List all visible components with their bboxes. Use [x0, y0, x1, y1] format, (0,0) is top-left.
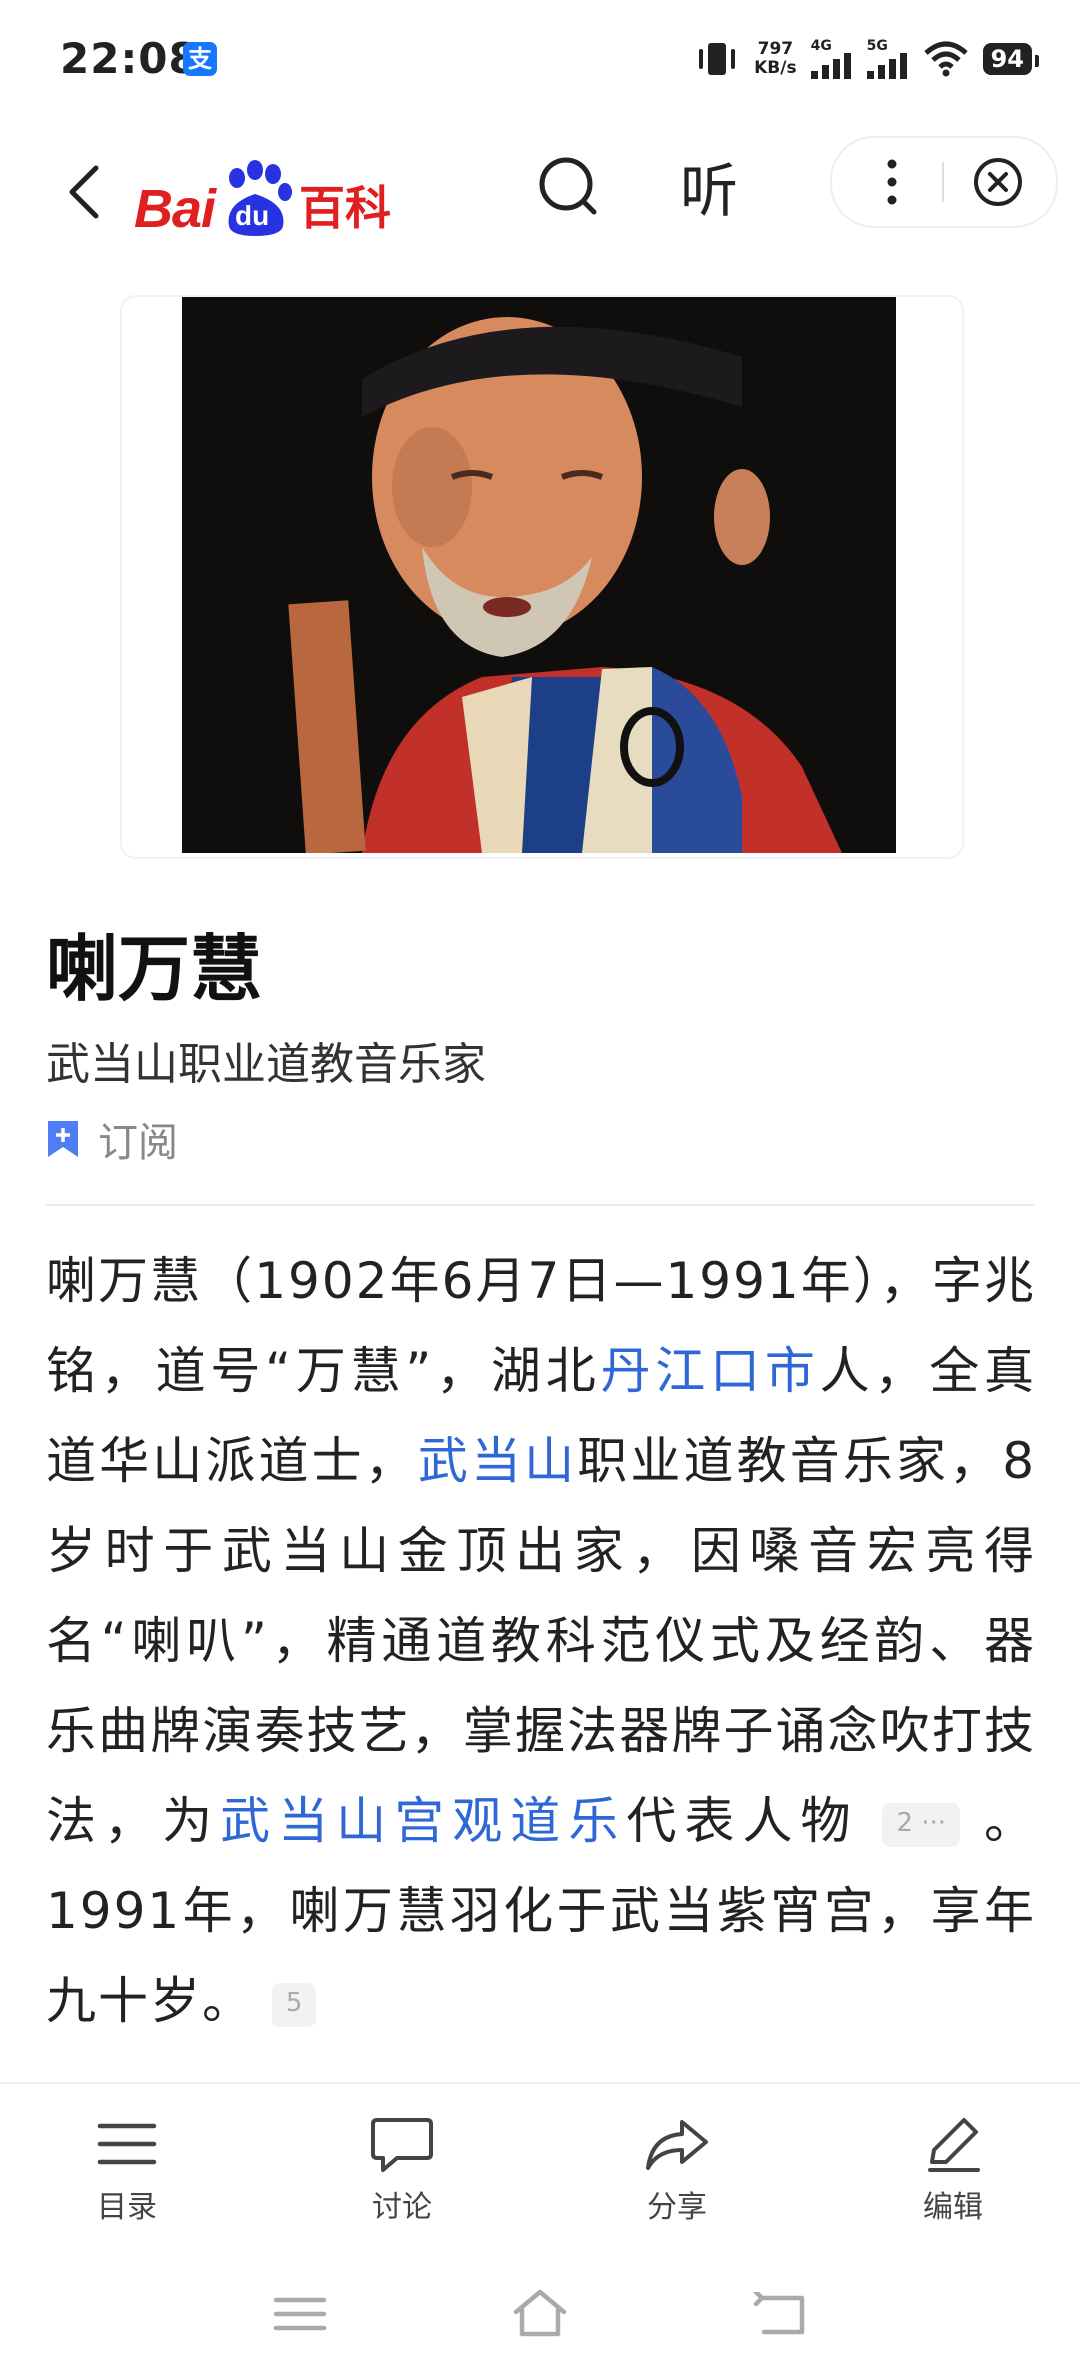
subscribe-label: 订阅 — [98, 1120, 178, 1166]
signal-4g-icon: 4G — [810, 39, 853, 79]
capsule-divider — [942, 162, 944, 202]
baidu-paw-logo: du — [215, 160, 297, 240]
listen-button[interactable]: 听 — [680, 144, 738, 228]
entry-title: 喇万慧 — [46, 927, 263, 1011]
pencil-icon — [928, 2118, 980, 2172]
section-divider — [46, 1204, 1034, 1206]
tab-edit[interactable]: 编辑 — [883, 2114, 1023, 2226]
status-icons: 797 KB/s 4G 5G 94 — [694, 34, 1040, 84]
entry-summary: 喇万慧（1902年6月7日—1991年），字兆铭，道号“万慧”，湖北丹江口市人，… — [46, 1252, 1037, 2030]
share-arrow-icon — [646, 2120, 708, 2170]
entry-portrait-photo[interactable] — [182, 297, 896, 853]
tab-toc[interactable]: 目录 — [57, 2114, 197, 2226]
battery-indicator: 94 — [982, 43, 1040, 75]
chat-bubble-icon — [371, 2118, 433, 2172]
top-navigation-bar: Bai du 百科 听 — [0, 120, 1080, 250]
entry-image-frame[interactable] — [120, 295, 964, 859]
entry-subtitle: 武当山职业道教音乐家 — [46, 1039, 486, 1090]
mini-program-capsule — [830, 136, 1058, 228]
search-icon[interactable] — [530, 148, 606, 224]
close-circle-icon[interactable] — [972, 156, 1024, 208]
link-wudang-temple-music[interactable]: 武当山宫观道乐 — [220, 1792, 626, 1850]
bottom-toolbar: 目录 讨论 分享 编辑 — [0, 2082, 1080, 2254]
system-navigation-bar — [0, 2252, 1080, 2376]
home-icon[interactable] — [510, 2288, 570, 2340]
bookmark-plus-icon — [48, 1121, 78, 1157]
back-nav-icon[interactable] — [752, 2292, 808, 2338]
menu-icon[interactable] — [272, 2294, 328, 2334]
back-arrow-icon[interactable] — [56, 156, 116, 226]
vibrate-icon — [699, 43, 736, 75]
more-vertical-icon[interactable] — [872, 154, 912, 210]
list-icon — [97, 2123, 157, 2165]
status-bar: 22:08 支 797 KB/s 4G 5G 94 — [0, 0, 1080, 120]
signal-5g-icon: 5G — [866, 39, 909, 79]
reference-badge[interactable]: 5 — [271, 1982, 317, 2027]
reference-badge[interactable]: 2 ··· — [882, 1802, 961, 1847]
baidu-baike-logo[interactable]: Bai du 百科 — [134, 160, 391, 240]
status-time: 22:08 — [60, 34, 199, 83]
wifi-icon — [923, 41, 968, 77]
network-speed: 797 KB/s — [754, 39, 797, 78]
tab-discuss[interactable]: 讨论 — [332, 2114, 472, 2226]
alipay-notification-icon: 支 — [183, 42, 217, 76]
link-wudangshan[interactable]: 武当山 — [418, 1432, 577, 1490]
subscribe-button[interactable]: 订阅 — [46, 1110, 178, 1168]
tab-share[interactable]: 分享 — [607, 2114, 747, 2226]
link-danjiangkou[interactable]: 丹江口市 — [600, 1342, 819, 1400]
